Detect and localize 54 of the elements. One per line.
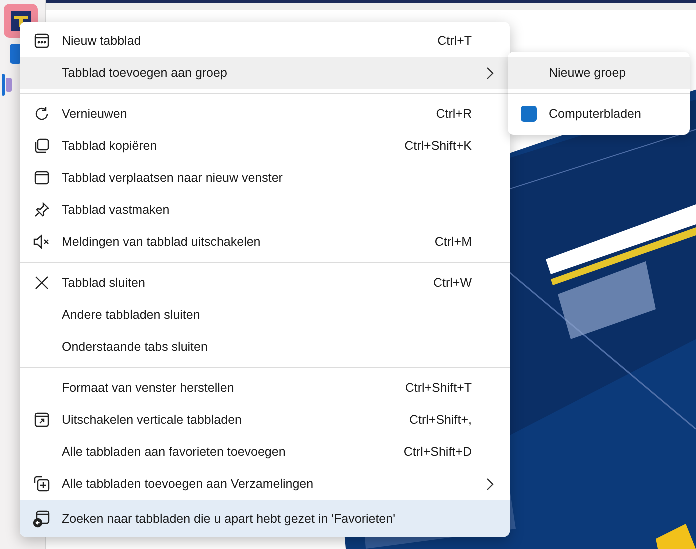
menu-item[interactable]: Tabblad vastmaken bbox=[20, 194, 510, 226]
menu-item[interactable]: Zoeken naar tabbladen die u apart hebt gezet in 'Favorieten' bbox=[20, 500, 510, 537]
menu-item[interactable]: Meldingen van tabblad uitschakelen Ctrl+M bbox=[20, 226, 510, 258]
shortcut-label: Ctrl+Shift+D bbox=[404, 445, 472, 459]
menu-item-label: Nieuw tabblad bbox=[62, 34, 142, 48]
submenu-item[interactable]: Nieuwe groep bbox=[508, 57, 690, 89]
shortcut-label: Ctrl+Shift+K bbox=[404, 139, 472, 153]
menu-item-label: Alle tabbladen aan favorieten toevoegen bbox=[62, 445, 286, 459]
shortcut-label: Ctrl+M bbox=[434, 235, 472, 249]
submenu-item-label: Computerbladen bbox=[549, 107, 642, 121]
menu-item[interactable]: Andere tabbladen sluiten bbox=[20, 299, 510, 331]
menu-item-label: Andere tabbladen sluiten bbox=[62, 308, 200, 322]
shortcut-label: Ctrl+Shift+T bbox=[405, 381, 472, 395]
shortcut-label: Ctrl+T bbox=[438, 34, 472, 48]
menu-item[interactable]: Tabblad sluiten Ctrl+W bbox=[20, 267, 510, 299]
submenu-item[interactable]: Computerbladen bbox=[508, 98, 690, 130]
menu-item-label: Vernieuwen bbox=[62, 107, 128, 121]
shortcut-label: Ctrl+W bbox=[433, 276, 472, 290]
menu-item-label: Tabblad vastmaken bbox=[62, 203, 170, 217]
submenu-item-label: Nieuwe groep bbox=[549, 66, 626, 80]
menu-item-label: Tabblad sluiten bbox=[62, 276, 146, 290]
shortcut-label: Ctrl+Shift+, bbox=[409, 413, 472, 427]
muted-speaker-icon bbox=[33, 234, 51, 250]
menu-item[interactable]: Formaat van venster herstellen Ctrl+Shift+T bbox=[20, 372, 510, 404]
close-icon bbox=[35, 276, 49, 290]
menu-item-label: Meldingen van tabblad uitschakelen bbox=[62, 235, 261, 249]
refresh-icon bbox=[34, 106, 50, 122]
tab-return-icon bbox=[33, 510, 51, 528]
shortcut-label: Ctrl+R bbox=[436, 107, 472, 121]
menu-item[interactable]: Uitschakelen verticale tabbladen Ctrl+Shift+, bbox=[20, 404, 510, 436]
menu-item-label: Zoeken naar tabbladen die u apart hebt gezet in 'Favorieten' bbox=[62, 512, 396, 526]
duplicate-icon bbox=[34, 138, 50, 154]
menu-item-label: Tabblad verplaatsen naar nieuw venster bbox=[62, 171, 283, 185]
collections-add-icon bbox=[33, 475, 51, 493]
menu-item-label: Onderstaande tabs sluiten bbox=[62, 340, 208, 354]
menu-item-label: Alle tabbladen toevoegen aan Verzamelingen bbox=[62, 477, 314, 491]
menu-item[interactable]: Tabblad kopiëren Ctrl+Shift+K bbox=[20, 130, 510, 162]
menu-item-label: Tabblad kopiëren bbox=[62, 139, 158, 153]
menu-item[interactable]: Tabblad verplaatsen naar nieuw venster bbox=[20, 162, 510, 194]
menu-item[interactable]: Onderstaande tabs sluiten bbox=[20, 331, 510, 363]
vertical-tabs-icon bbox=[34, 412, 50, 428]
menu-item-label: Uitschakelen verticale tabbladen bbox=[62, 413, 242, 427]
menu-item[interactable]: Tabblad toevoegen aan groep bbox=[20, 57, 510, 89]
new-tab-icon bbox=[34, 33, 50, 49]
menu-item[interactable]: Vernieuwen Ctrl+R bbox=[20, 98, 510, 130]
menu-item-label: Tabblad toevoegen aan groep bbox=[62, 66, 228, 80]
menu-item[interactable]: Nieuw tabblad Ctrl+T bbox=[20, 25, 510, 57]
window-icon bbox=[34, 170, 50, 186]
chevron-right-icon bbox=[486, 66, 494, 80]
menu-item-label: Formaat van venster herstellen bbox=[62, 381, 234, 395]
menu-item[interactable]: Alle tabbladen aan favorieten toevoegen Ctrl+Shift+D bbox=[20, 436, 510, 468]
pin-icon bbox=[34, 202, 50, 218]
menu-item[interactable]: Alle tabbladen toevoegen aan Verzamelingen bbox=[20, 468, 510, 500]
chevron-right-icon bbox=[486, 478, 494, 490]
